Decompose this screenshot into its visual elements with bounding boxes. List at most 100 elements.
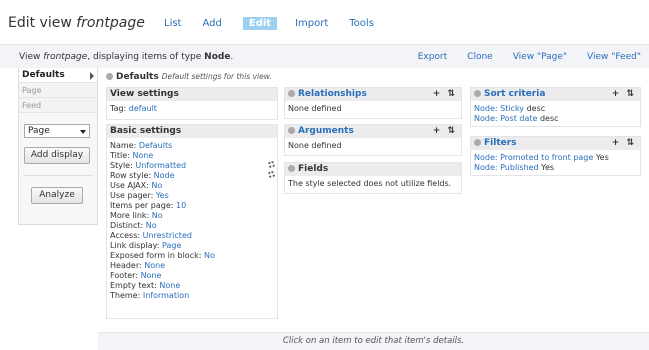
add-rearrange-controls[interactable]: + ⇅ bbox=[433, 125, 457, 138]
basic-setting-label: Link display: bbox=[110, 241, 162, 250]
gear-icon[interactable] bbox=[268, 171, 275, 178]
add-rearrange-controls[interactable]: + ⇅ bbox=[433, 88, 457, 101]
basic-setting-label: Empty text: bbox=[110, 281, 160, 290]
add-rearrange-controls[interactable]: + ⇅ bbox=[612, 137, 636, 150]
basic-setting-row: Use pager: Yes bbox=[110, 191, 274, 201]
add-display-button[interactable]: Add display bbox=[24, 147, 90, 164]
basic-settings-title: Basic settings bbox=[107, 125, 277, 138]
display-type-select[interactable]: Page bbox=[24, 124, 90, 138]
arguments-body: None defined bbox=[288, 141, 342, 150]
info-icon bbox=[474, 139, 481, 146]
filter-row: Node: Promoted to front page Yes bbox=[474, 153, 637, 163]
display-tab-page[interactable]: Page bbox=[19, 83, 97, 98]
view-description-prefix: View bbox=[19, 52, 44, 62]
basic-setting-row: Link display: Page bbox=[110, 241, 274, 251]
view-description-middle: , displaying items of type bbox=[87, 52, 205, 62]
sort-post-date-link[interactable]: Node: Post date bbox=[474, 114, 537, 123]
info-icon bbox=[288, 165, 295, 172]
basic-setting-value-link[interactable]: No bbox=[151, 181, 162, 190]
tab-edit[interactable]: Edit bbox=[242, 17, 278, 30]
basic-setting-value-link[interactable]: None bbox=[159, 281, 180, 290]
sort-criteria-panel: Sort criteria + ⇅ Node: Sticky desc Node:… bbox=[470, 87, 641, 127]
basic-setting-label: Theme: bbox=[110, 291, 143, 300]
basic-setting-value-link[interactable]: Node bbox=[154, 171, 175, 180]
basic-setting-row: Title: None bbox=[110, 151, 274, 161]
basic-settings-body: Name: Defaults Title: None Style: Unformat… bbox=[107, 138, 277, 304]
filters-title[interactable]: Filters + ⇅ bbox=[471, 137, 640, 150]
page-title-view-name: frontpage bbox=[76, 15, 145, 31]
add-rearrange-controls[interactable]: + ⇅ bbox=[612, 88, 636, 101]
display-heading-title: Defaults bbox=[116, 72, 159, 82]
tag-row: Tag: default bbox=[110, 104, 274, 114]
fields-body: The style selected does not utilize fiel… bbox=[288, 179, 452, 188]
fields-panel: Fields The style selected does not utili… bbox=[284, 162, 462, 194]
sort-sticky-link[interactable]: Node: Sticky bbox=[474, 104, 524, 113]
filter-published-link[interactable]: Node: Published bbox=[474, 163, 539, 172]
fields-title-text: Fields bbox=[298, 164, 329, 174]
basic-setting-value-link[interactable]: Page bbox=[162, 241, 181, 250]
basic-setting-value-link[interactable]: None bbox=[132, 151, 153, 160]
chevron-down-icon bbox=[80, 130, 86, 134]
basic-setting-row: More link: No bbox=[110, 211, 274, 221]
basic-setting-label: Use pager: bbox=[110, 191, 156, 200]
view-description-suffix: . bbox=[230, 52, 234, 62]
sort-criteria-title[interactable]: Sort criteria + ⇅ bbox=[471, 88, 640, 101]
filter-promoted-link[interactable]: Node: Promoted to front page bbox=[474, 153, 593, 162]
basic-setting-label: Distinct: bbox=[110, 221, 146, 230]
view-info-bar: View frontpage, displaying items of type… bbox=[0, 44, 649, 68]
basic-setting-row: Style: Unformatted bbox=[110, 161, 275, 171]
sidebar-divider bbox=[23, 175, 93, 176]
basic-setting-value-link[interactable]: None bbox=[144, 261, 165, 270]
basic-setting-value-link[interactable]: Yes bbox=[156, 191, 169, 200]
info-icon bbox=[288, 127, 295, 134]
basic-setting-value-link[interactable]: No bbox=[146, 221, 157, 230]
basic-setting-value-link[interactable]: Unrestricted bbox=[143, 231, 192, 240]
basic-setting-label: Use AJAX: bbox=[110, 181, 152, 190]
basic-setting-value-link[interactable]: No bbox=[152, 211, 163, 220]
export-link[interactable]: Export bbox=[418, 52, 447, 62]
gear-icon[interactable] bbox=[268, 161, 275, 168]
filters-body: Node: Promoted to front page Yes Node: P… bbox=[471, 150, 640, 176]
basic-setting-value-link[interactable]: Information bbox=[143, 291, 189, 300]
sort-sticky-order: desc bbox=[524, 104, 546, 113]
view-page-link[interactable]: View "Page" bbox=[513, 52, 567, 62]
view-feed-link[interactable]: View "Feed" bbox=[587, 52, 641, 62]
tab-list[interactable]: List bbox=[164, 18, 181, 30]
arrow-right-icon bbox=[90, 72, 94, 80]
tag-label: Tag: bbox=[110, 104, 129, 113]
info-icon bbox=[474, 90, 481, 97]
info-icon bbox=[288, 90, 295, 97]
basic-setting-value-link[interactable]: Unformatted bbox=[135, 161, 186, 170]
view-actions: Export Clone View "Page" View "Feed" bbox=[398, 52, 641, 62]
sort-row: Node: Sticky desc bbox=[474, 104, 637, 114]
relationships-title[interactable]: Relationships + ⇅ bbox=[285, 88, 461, 101]
filters-title-text: Filters bbox=[484, 138, 517, 148]
filter-published-value: Yes bbox=[538, 163, 555, 172]
tag-value-link[interactable]: default bbox=[129, 104, 157, 113]
tab-tools[interactable]: Tools bbox=[349, 18, 374, 30]
basic-setting-value-link[interactable]: Defaults bbox=[139, 141, 172, 150]
basic-setting-value-link[interactable]: 10 bbox=[176, 201, 186, 210]
display-tab-feed[interactable]: Feed bbox=[19, 98, 97, 113]
display-type-select-value: Page bbox=[28, 126, 50, 136]
basic-setting-value-link[interactable]: None bbox=[141, 271, 162, 280]
status-footer: Click on an item to edit that item's det… bbox=[98, 332, 649, 350]
view-description: View frontpage, displaying items of type… bbox=[19, 52, 233, 62]
filter-promoted-value: Yes bbox=[593, 153, 609, 162]
filter-row: Node: Published Yes bbox=[474, 163, 637, 173]
header-tabs: List Add Edit Import Tools bbox=[164, 17, 395, 30]
tab-add[interactable]: Add bbox=[202, 18, 221, 30]
arguments-panel: Arguments + ⇅ None defined bbox=[284, 124, 462, 156]
basic-setting-row: Row style: Node bbox=[110, 171, 275, 181]
tab-import[interactable]: Import bbox=[295, 18, 328, 30]
clone-link[interactable]: Clone bbox=[467, 52, 493, 62]
arguments-title[interactable]: Arguments + ⇅ bbox=[285, 125, 461, 138]
display-tab-defaults[interactable]: Defaults bbox=[19, 68, 97, 83]
page-header: Edit view frontpage List Add Edit Import… bbox=[0, 0, 649, 44]
analyze-button[interactable]: Analyze bbox=[31, 187, 83, 204]
sort-criteria-title-text: Sort criteria bbox=[484, 89, 546, 99]
basic-setting-value-link[interactable]: No bbox=[204, 251, 215, 260]
basic-setting-row: Use AJAX: No bbox=[110, 181, 274, 191]
arguments-title-text: Arguments bbox=[298, 126, 354, 136]
basic-setting-label: Header: bbox=[110, 261, 145, 270]
